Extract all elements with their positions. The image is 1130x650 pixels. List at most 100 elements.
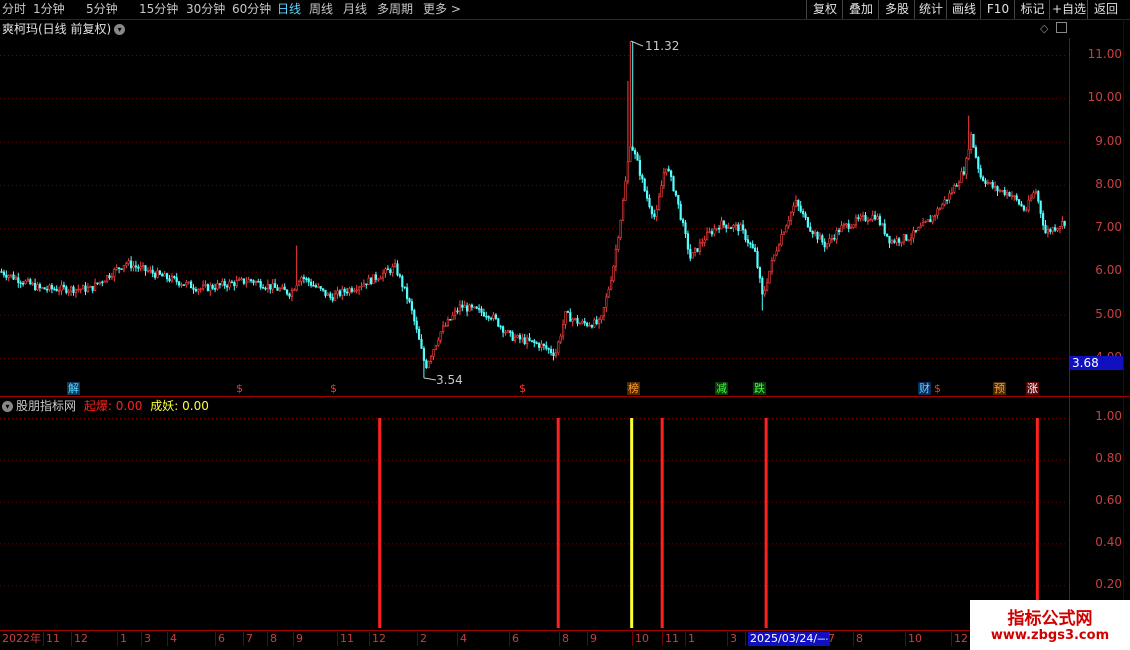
candle (21, 281, 25, 287)
candle (367, 274, 370, 286)
candle (204, 280, 207, 288)
event-badge[interactable]: 财 (918, 382, 931, 395)
candle (905, 234, 908, 242)
candle (1003, 186, 1006, 197)
candle (931, 215, 934, 225)
candle (761, 276, 764, 311)
candle (297, 279, 301, 286)
candle (1017, 198, 1021, 206)
candle (753, 244, 757, 253)
event-badge[interactable]: 解 (67, 382, 80, 395)
date-tick-label: 8 (270, 632, 277, 645)
candle (852, 224, 855, 229)
event-badge[interactable]: 减 (715, 382, 728, 395)
candle (619, 219, 622, 241)
candle (125, 261, 128, 269)
candle (33, 278, 37, 291)
candle (794, 195, 797, 208)
candle (427, 360, 430, 369)
candle (501, 325, 505, 338)
candle (499, 324, 502, 330)
candle (945, 199, 949, 205)
candle (732, 223, 735, 232)
date-tick-separator (141, 632, 142, 646)
candle (350, 286, 354, 294)
candle (53, 286, 56, 291)
candle (542, 343, 545, 351)
candle (705, 227, 709, 241)
candle (494, 313, 498, 321)
candle (895, 235, 898, 246)
candle (787, 215, 790, 229)
candle (429, 354, 433, 364)
candle (451, 311, 454, 321)
candle (650, 205, 653, 219)
candle (881, 222, 884, 227)
price-tick-label: 10.00 (1087, 90, 1122, 104)
date-tick-label: 3 (730, 632, 737, 645)
candle (914, 230, 917, 234)
candle (31, 281, 34, 286)
event-badge[interactable]: 跌 (753, 382, 766, 395)
event-badge[interactable]: 预 (993, 382, 1006, 395)
event-badge[interactable]: 榜 (627, 382, 640, 395)
candle (41, 286, 44, 289)
candle (417, 326, 421, 340)
candle (585, 321, 589, 328)
candle (828, 233, 831, 248)
candle (948, 190, 951, 204)
candle (749, 241, 752, 249)
candle (468, 303, 471, 312)
indicator-tick-label: 0.20 (1095, 577, 1122, 591)
candle (336, 286, 339, 299)
event-badge[interactable]: $ (329, 382, 338, 395)
candle (214, 283, 217, 293)
candle (372, 274, 375, 284)
date-tick-separator (745, 632, 746, 646)
candle (689, 244, 692, 262)
candle (830, 234, 833, 243)
candle (979, 164, 982, 180)
candle (408, 297, 411, 304)
chevron-down-icon[interactable]: ▾ (2, 401, 13, 412)
candle (722, 220, 725, 228)
candle (333, 289, 337, 301)
date-tick-separator (587, 632, 588, 646)
candle (715, 227, 718, 232)
indicator-series-label: 成妖: (150, 399, 179, 413)
candle (264, 286, 267, 291)
event-badge[interactable]: $ (518, 382, 527, 395)
candle (758, 266, 761, 284)
candle (504, 330, 507, 336)
candle (365, 283, 368, 289)
candle (247, 276, 250, 283)
candle (226, 283, 229, 292)
candle (149, 266, 152, 274)
watermark-title: 指标公式网 (1007, 609, 1093, 629)
candle (1051, 226, 1054, 235)
candle (1015, 193, 1018, 202)
candle (456, 307, 459, 315)
event-badge[interactable]: $ (235, 382, 244, 395)
candle (684, 219, 687, 239)
candle (1027, 195, 1030, 213)
candle (955, 183, 958, 187)
candle (19, 280, 22, 289)
date-tick-separator (215, 632, 216, 646)
candle (667, 165, 670, 172)
candle (710, 228, 713, 237)
indicator-series-value: 0.00 (115, 399, 143, 413)
candle (1008, 191, 1011, 197)
event-badge[interactable]: $ (933, 382, 942, 395)
candle (660, 180, 663, 198)
candle (79, 288, 82, 294)
candle (480, 306, 483, 316)
event-badge[interactable]: 涨 (1026, 382, 1039, 395)
date-tick-separator (825, 632, 826, 646)
candle (765, 278, 769, 292)
candle (626, 80, 629, 185)
chart-canvas[interactable]: 11.32 3.54 (0, 0, 1130, 650)
indicator-name: 股朋指标网 (16, 399, 77, 413)
candle (672, 175, 675, 192)
candle (211, 283, 214, 291)
